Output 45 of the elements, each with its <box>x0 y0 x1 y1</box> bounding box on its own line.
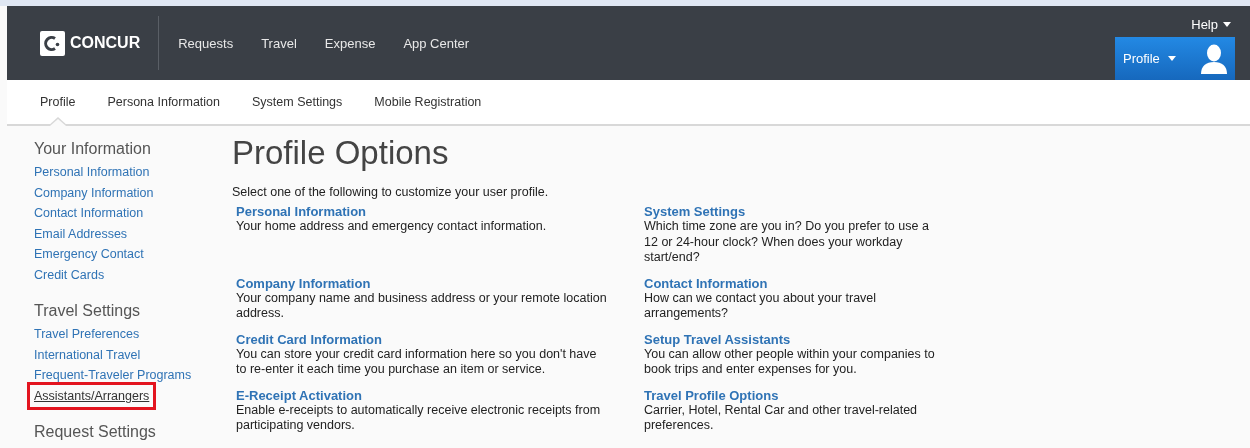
option-link[interactable]: Personal Information <box>236 204 644 219</box>
nav-link[interactable]: App Center <box>389 35 484 51</box>
sidebar-heading: Request Settings <box>34 423 157 441</box>
sidebar-link[interactable]: Email Addresses <box>34 223 128 244</box>
nav-link[interactable]: Expense <box>310 35 390 51</box>
sidebar-link[interactable]: International Travel <box>34 344 141 365</box>
sidebar-link[interactable]: Frequent-Traveler Programs <box>34 365 192 386</box>
sidebar-link[interactable]: Company Information <box>34 182 154 203</box>
sidebar-link[interactable]: Credit Cards <box>34 264 105 285</box>
option-description: You can store your credit card information here so you don't have to re-enter it each time you purchase an item or service. <box>236 346 598 378</box>
help-menu[interactable]: Help <box>1187 6 1235 37</box>
option-link[interactable]: Travel Profile Options <box>644 387 1064 403</box>
sidebar-heading: Your Information <box>34 140 152 158</box>
caret-icon <box>1167 56 1176 61</box>
option-link[interactable]: System Settings <box>644 204 1064 219</box>
sidebar-heading: Travel Settings <box>34 302 142 320</box>
option-link[interactable]: Company Information <box>236 275 644 291</box>
option-description: Your company name and business address or your remote location address. <box>236 290 608 322</box>
sidebar-link[interactable]: Contact Information <box>34 203 144 224</box>
nav-link[interactable]: Requests <box>164 35 248 51</box>
sidebar-link[interactable]: Personal Information <box>34 162 150 183</box>
option-description: Carrier, Hotel, Rental Car and other travel-related preferences. <box>644 402 919 434</box>
sidebar-link[interactable]: Emergency Contact <box>34 244 144 265</box>
option-description: Your home address and emergency contact information. <box>236 219 548 235</box>
subnav-tab[interactable]: System Settings <box>252 80 359 124</box>
option-description: You can allow other people within your companies to book trips and enter expenses for you. <box>644 346 936 378</box>
option-link[interactable]: Contact Information <box>644 275 1064 291</box>
logo-text: CONCUR <box>70 34 141 52</box>
option-description: How can we contact you about your travel arrangements? <box>644 290 878 322</box>
intro-text: Select one of the following to customize your user profile. <box>232 185 550 199</box>
subnav-tab[interactable]: Mobile Registration <box>374 80 498 124</box>
option-link[interactable]: E-Receipt Activation <box>236 387 644 403</box>
option-link[interactable]: Setup Travel Assistants <box>644 331 1064 347</box>
page-title: Profile Options <box>232 134 450 172</box>
nav-link[interactable]: Travel <box>247 35 311 51</box>
logo-icon <box>40 30 65 56</box>
user-icon <box>1201 43 1227 74</box>
option-description: Enable e-receipts to automatically receive electronic receipts from participating vendors. <box>236 402 602 434</box>
subnav-tab[interactable]: Profile <box>40 80 92 124</box>
option-description: Which time zone are you in? Do you prefer to use a 12 or 24-hour clock? When does your workday start/end? <box>644 219 930 266</box>
sidebar-link[interactable]: Travel Preferences <box>34 324 140 345</box>
option-link[interactable]: Credit Card Information <box>236 331 644 347</box>
subnav-tab[interactable]: Persona Information <box>107 80 236 124</box>
caret-icon <box>1223 22 1231 27</box>
profile-button[interactable]: Profile <box>1115 37 1235 80</box>
